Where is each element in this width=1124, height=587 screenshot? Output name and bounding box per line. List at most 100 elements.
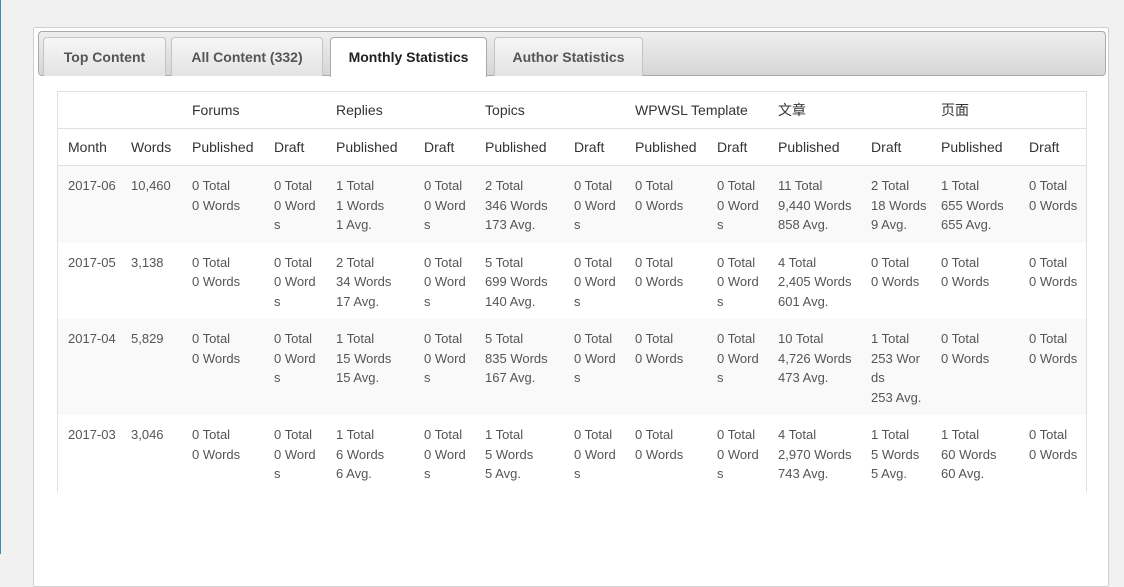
stat-line: 0 Words xyxy=(192,446,241,462)
stat-line: 0 Total xyxy=(574,178,613,193)
stat-cell: 1 Total 5 Words 5 Avg. xyxy=(475,415,565,492)
stat-cell: 1 Total 15 Words 15 Avg. xyxy=(326,319,415,415)
stat-cell: 0 Total 0 Words xyxy=(1019,415,1087,492)
stat-line: 0 Total xyxy=(274,254,313,270)
stat-line: 18 Words xyxy=(871,197,927,213)
stat-line: 15 Avg. xyxy=(336,370,380,385)
stat-line: 0 Total xyxy=(574,427,613,442)
column-header: Draft xyxy=(1019,128,1087,166)
stat-line: 0 Total xyxy=(635,331,674,346)
stat-line: 0 Total xyxy=(192,331,231,346)
group-header-empty xyxy=(58,92,121,129)
stat-line: 0 Words xyxy=(1029,274,1078,289)
stat-cell: 0 Total 0 Words xyxy=(1019,242,1087,319)
stat-cell: 1 Total 655 Words 655 Avg. xyxy=(931,165,1020,243)
left-edge-border xyxy=(0,0,1,554)
stat-line: 10 Total xyxy=(778,331,824,346)
stat-line: 1 Total xyxy=(336,178,375,193)
stat-line: 5 Total xyxy=(485,254,524,270)
stat-line: 0 Total xyxy=(192,254,231,270)
month-cell: 2017-04 xyxy=(58,319,121,415)
stat-line: 1 Words xyxy=(336,197,385,213)
stat-cell: 1 Total 60 Words 60 Avg. xyxy=(931,415,1020,492)
stat-cell: 0 Total 0 Words xyxy=(264,319,327,415)
stat-cell: 0 Total 0 Words xyxy=(564,242,626,319)
stat-line: 1 Total xyxy=(941,178,980,193)
stat-cell: 2 Total 18 Words 9 Avg. xyxy=(861,165,932,243)
stat-line: 655 Words xyxy=(941,197,1004,213)
monthly-statistics-table-wrap: Forums Replies Topics WPWSL Template 文章 … xyxy=(57,91,1087,492)
group-header-row: Forums Replies Topics WPWSL Template 文章 … xyxy=(58,92,1087,129)
stat-cell: 0 Total 0 Words xyxy=(414,415,476,492)
stat-line: 5 Avg. xyxy=(871,466,907,481)
stat-line: 0 Total xyxy=(574,331,613,346)
group-header-empty xyxy=(121,92,182,129)
stat-cell: 0 Total 0 Words xyxy=(264,165,327,243)
stat-cell: 0 Total 0 Words xyxy=(1019,319,1087,415)
stat-line: 0 Total xyxy=(424,331,463,346)
stat-line: 0 Words xyxy=(574,446,616,482)
stat-cell: 0 Total 0 Words xyxy=(707,319,769,415)
table-row: 2017-05 3,138 0 Total 0 Words 0 Total 0 Words… xyxy=(58,242,1087,319)
stat-line: 4 Total xyxy=(778,254,817,270)
stat-cell: 0 Total 0 Words xyxy=(264,415,327,492)
stat-line: 0 Words xyxy=(941,350,990,366)
stat-cell: 0 Total 0 Words xyxy=(564,415,626,492)
group-header-pages: 页面 xyxy=(931,92,1087,129)
stat-line: 835 Words xyxy=(485,350,548,366)
words-cell: 5,829 xyxy=(121,319,182,415)
words-cell: 3,046 xyxy=(121,415,182,492)
stat-line: 2 Total xyxy=(336,254,375,270)
stat-cell: 2 Total 346 Words 173 Avg. xyxy=(475,165,565,243)
stat-line: 9 Avg. xyxy=(871,217,907,232)
stat-line: 0 Total xyxy=(574,254,613,270)
stat-line: 0 Words xyxy=(424,350,466,386)
stat-cell: 0 Total 0 Words xyxy=(182,319,264,415)
stat-cell: 1 Total 6 Words 6 Avg. xyxy=(326,415,415,492)
column-header: Published xyxy=(182,128,264,166)
stat-line: 0 Words xyxy=(717,446,759,482)
table-row: 2017-04 5,829 0 Total 0 Words 0 Total 0 Words… xyxy=(58,319,1087,415)
stat-line: 0 Words xyxy=(1029,197,1078,213)
group-header-topics: Topics xyxy=(475,92,626,129)
stat-line: 0 Words xyxy=(424,274,466,309)
stat-line: 15 Words xyxy=(336,350,392,366)
monthly-statistics-table: Forums Replies Topics WPWSL Template 文章 … xyxy=(58,92,1087,492)
column-header: Words xyxy=(121,128,182,166)
stat-line: 0 Words xyxy=(635,350,684,366)
stat-cell: 4 Total 2,970 Words 743 Avg. xyxy=(768,415,862,492)
stat-line: 0 Total xyxy=(941,331,980,346)
column-header: Draft xyxy=(264,128,327,166)
stat-cell: 10 Total 4,726 Words 473 Avg. xyxy=(768,319,862,415)
column-header: Draft xyxy=(564,128,626,166)
stat-line: 34 Words xyxy=(336,274,392,289)
stat-line: 60 Words xyxy=(941,446,997,462)
tab-author-statistics[interactable]: Author Statistics xyxy=(494,37,643,76)
stat-line: 1 Total xyxy=(336,427,375,442)
stat-line: 6 Avg. xyxy=(336,466,372,481)
stat-line: 2 Total xyxy=(485,178,524,193)
table-body: 2017-06 10,460 0 Total 0 Words 0 Total 0 Word… xyxy=(58,165,1087,492)
stat-line: 0 Total xyxy=(1029,331,1068,346)
stat-cell: 0 Total 0 Words xyxy=(414,319,476,415)
month-cell: 2017-06 xyxy=(58,165,121,243)
stat-cell: 0 Total 0 Words xyxy=(182,165,264,243)
stat-line: 1 Total xyxy=(941,427,980,442)
stat-cell: 0 Total 0 Words xyxy=(707,165,769,243)
stat-line: 858 Avg. xyxy=(778,217,829,232)
tab-monthly-statistics[interactable]: Monthly Statistics xyxy=(330,37,487,77)
stat-cell: 0 Total 0 Words xyxy=(182,415,264,492)
tab-all-content[interactable]: All Content (332) xyxy=(171,37,323,76)
column-header: Draft xyxy=(414,128,476,166)
tab-top-content[interactable]: Top Content xyxy=(43,37,166,76)
stat-cell: 0 Total 0 Words xyxy=(931,242,1020,319)
column-header: Published xyxy=(768,128,862,166)
column-header: Draft xyxy=(707,128,769,166)
stat-line: 0 Words xyxy=(574,197,616,233)
stat-line: 5 Words xyxy=(871,446,920,462)
stat-line: 0 Words xyxy=(574,350,616,386)
column-header: Month xyxy=(58,128,121,166)
table-row: 2017-03 3,046 0 Total 0 Words 0 Total 0 Words… xyxy=(58,415,1087,492)
stat-line: 17 Avg. xyxy=(336,293,380,309)
words-cell: 10,460 xyxy=(121,165,182,243)
